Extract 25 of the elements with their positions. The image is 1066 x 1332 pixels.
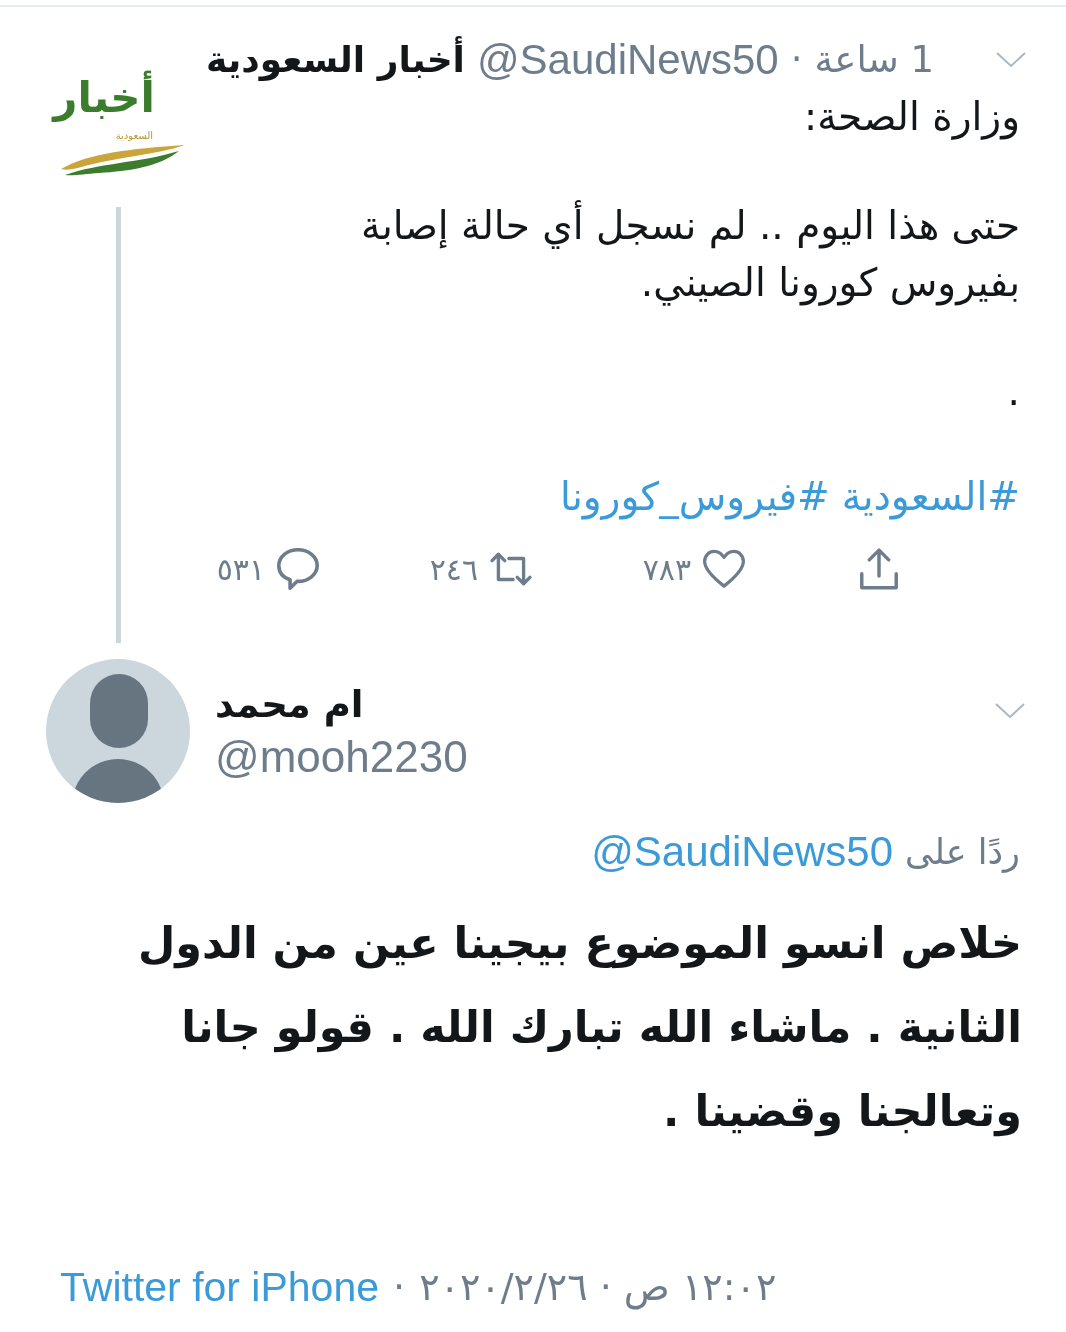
heart-icon[interactable] xyxy=(703,548,745,590)
mention-link[interactable]: @SaudiNews50 xyxy=(591,828,893,876)
speech-bubble-icon[interactable] xyxy=(277,548,319,590)
tweet-text: حتى هذا اليوم .. لم نسجل أي حالة إصابة بفيروس كورونا الصيني. xyxy=(330,197,1020,311)
logo-subtitle: السعودية xyxy=(115,129,153,143)
share-icon[interactable] xyxy=(858,548,900,590)
source-link[interactable]: Twitter for iPhone xyxy=(60,1263,380,1311)
reply-author-name: ام محمد xyxy=(215,682,364,729)
hashtag-link[interactable]: #السعودية xyxy=(841,474,1020,519)
post-time: 1 ساعة xyxy=(814,38,934,81)
replying-to-label: ردًا على xyxy=(905,832,1020,872)
action-count: ٧٨٣ xyxy=(642,551,691,587)
hashtag-link[interactable]: #فيروس_كورونا xyxy=(560,474,830,519)
logo-title: أخبار xyxy=(49,67,159,129)
separator: · xyxy=(393,1265,406,1309)
timestamp: ١٢:٠٢ ص · ٢٠٢٠/٢/٢٦ xyxy=(419,1265,777,1309)
separator: · xyxy=(790,38,803,81)
reply-text: خلاص انسو الموضوع بيجينا عين من الدول الثانية . ماشاء الله تبارك الله . قولو جانا وتعالجنا وقضينا . xyxy=(136,917,1023,1139)
author-handle: @SaudiNews50 xyxy=(476,35,779,84)
action-count: ٥٣١ xyxy=(216,551,265,587)
default-avatar-icon xyxy=(46,659,190,803)
tweet-text: . xyxy=(1006,368,1020,416)
tweet-text: وزارة الصحة: xyxy=(803,93,1020,142)
reply-author-handle: @mooh2230 xyxy=(215,731,468,783)
action-count: ٢٤٦ xyxy=(429,551,478,587)
